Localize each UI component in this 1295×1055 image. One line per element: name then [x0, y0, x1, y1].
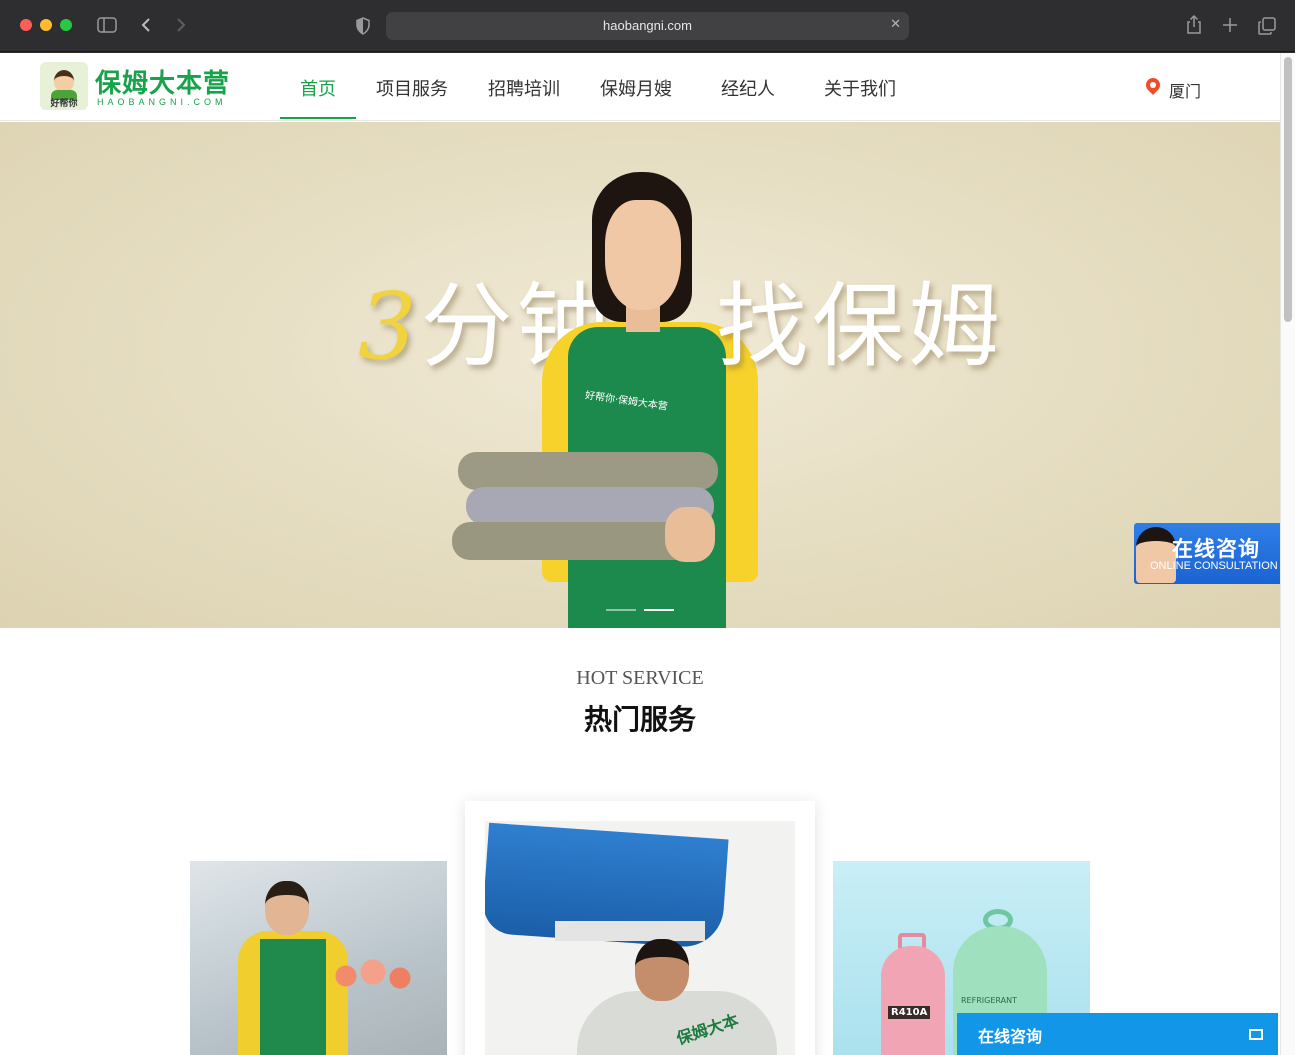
- nav-nanny[interactable]: 保姆月嫂: [600, 75, 672, 101]
- nav-agent[interactable]: 经纪人: [721, 75, 775, 101]
- banner-slogan-right: 找保姆: [716, 273, 1005, 380]
- web-page: 好帮你 保姆大本营 HAOBANGNI.COM 首页 项目服务 招聘培训 保姆月…: [0, 53, 1280, 1055]
- address-bar[interactable]: haobangni.com ✕: [386, 12, 909, 40]
- pink-tank-label: R410A: [888, 1006, 931, 1019]
- banner-slogan-digit: 3: [358, 273, 421, 380]
- carousel-dot-1[interactable]: [606, 609, 636, 611]
- logo-title[interactable]: 保姆大本营: [95, 63, 230, 100]
- housekeeper-head: [265, 881, 309, 935]
- nav-about[interactable]: 关于我们: [824, 75, 896, 101]
- nav-active-indicator: [280, 117, 356, 119]
- url-text: haobangni.com: [603, 18, 692, 33]
- technician-body: [577, 991, 777, 1055]
- ac-unit: [555, 921, 705, 941]
- logo-badge-text: 好帮你: [50, 99, 78, 109]
- logo-mascot-face: [54, 70, 74, 92]
- section-title-en: HOT SERVICE: [576, 667, 704, 689]
- logo-domain: HAOBANGNI.COM: [97, 97, 227, 107]
- hero-banner[interactable]: 3分钟 好帮你·保姆大本营 找保姆: [0, 122, 1280, 628]
- model-hand: [665, 507, 715, 562]
- model-face: [605, 200, 681, 310]
- new-tab-icon[interactable]: [1222, 17, 1238, 37]
- scrollbar-thumb[interactable]: [1284, 57, 1292, 322]
- site-header: 好帮你 保姆大本营 HAOBANGNI.COM 首页 项目服务 招聘培训 保姆月…: [0, 53, 1280, 121]
- forward-icon[interactable]: [175, 17, 187, 37]
- tab-overview-icon[interactable]: [1258, 17, 1276, 39]
- zoom-window-button[interactable]: [60, 19, 72, 31]
- shield-privacy-icon[interactable]: [355, 17, 371, 39]
- close-window-button[interactable]: [20, 19, 32, 31]
- location-city[interactable]: 厦门: [1169, 78, 1201, 102]
- chat-bar-label: 在线咨询: [978, 1027, 1043, 1046]
- nav-recruitment[interactable]: 招聘培训: [488, 75, 560, 101]
- towel-top: [458, 452, 718, 490]
- sidebar-toggle-icon[interactable]: [97, 17, 117, 37]
- online-consult-widget[interactable]: 在线咨询 ONLINE CONSULTATION: [1134, 523, 1280, 584]
- pink-refrigerant-tank: [881, 946, 945, 1055]
- minimize-window-button[interactable]: [40, 19, 52, 31]
- browser-toolbar: haobangni.com ✕: [0, 0, 1295, 52]
- nav-services[interactable]: 项目服务: [376, 75, 448, 101]
- service-card-housekeeping[interactable]: [190, 861, 447, 1055]
- share-icon[interactable]: [1186, 14, 1202, 39]
- tulip-flowers: [328, 956, 418, 996]
- consult-subtitle: ONLINE CONSULTATION: [1150, 560, 1278, 572]
- consultant-avatar: [1136, 527, 1176, 583]
- section-title-cn: 热门服务: [583, 703, 696, 736]
- carousel-dot-2-active[interactable]: [644, 609, 674, 611]
- nav-home[interactable]: 首页: [300, 75, 336, 101]
- back-icon[interactable]: [140, 17, 152, 37]
- service-card-aircon-cleaning[interactable]: 保姆大本: [485, 821, 795, 1055]
- logo-mascot[interactable]: 好帮你: [40, 62, 88, 110]
- chat-bar[interactable]: 在线咨询: [957, 1013, 1278, 1055]
- page-scrollbar[interactable]: [1280, 53, 1295, 1055]
- clear-url-icon[interactable]: ✕: [890, 17, 901, 32]
- chat-window-icon[interactable]: [1249, 1029, 1263, 1040]
- consult-title: 在线咨询: [1172, 537, 1260, 561]
- location-pin-icon[interactable]: [1143, 75, 1163, 95]
- green-tank-label: REFRIGERANT: [961, 996, 1017, 1005]
- housekeeper-apron: [260, 939, 326, 1055]
- technician-head: [635, 939, 689, 1001]
